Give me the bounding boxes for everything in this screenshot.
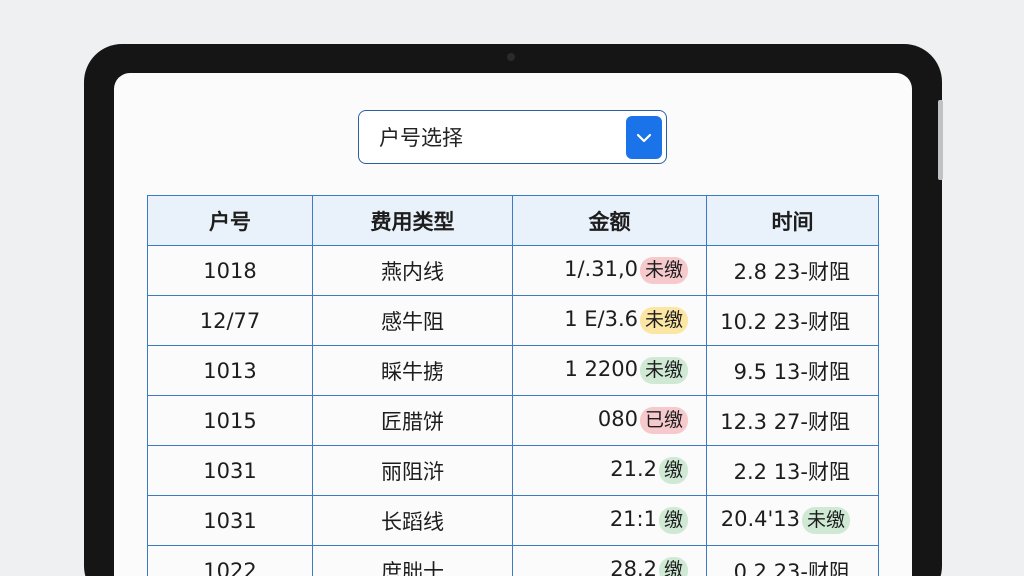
header-amount: 金额 (512, 195, 707, 246)
cell-fee-type: 燕内线 (312, 245, 513, 296)
account-id: 1031 (203, 458, 257, 483)
cell-account: 1031 (147, 495, 313, 546)
amount-value: 21:1 (609, 507, 657, 531)
cell-fee-type: 睬牛掳 (312, 345, 513, 396)
account-id: 1013 (203, 358, 257, 383)
status-badge: 未缴 (639, 357, 688, 384)
cell-amount: 1 2200 未缴 (512, 345, 707, 396)
status-badge: 未缴 (639, 257, 688, 284)
fee-type: 燕内线 (381, 259, 444, 284)
table-row[interactable]: 1018 燕内线 1/.31,0 未缴 2.8 23-财阻 (147, 245, 879, 296)
cell-account: 12/77 (147, 295, 313, 346)
table-row[interactable]: 1013 睬牛掳 1 2200 未缴 9.5 13-财阻 (147, 345, 879, 396)
amount-value: 1/.31,0 (564, 257, 638, 281)
time-value: 20.4'13 (720, 507, 800, 531)
amount-value: 28.2 (610, 557, 657, 576)
fee-type: 庶朏十 (381, 559, 444, 576)
cell-fee-type: 感牛阻 (312, 295, 513, 346)
header-account: 户号 (147, 195, 313, 246)
cell-account: 1018 (147, 245, 313, 296)
cell-amount: 28.2 缴 (512, 545, 707, 576)
side-button (938, 100, 943, 180)
cell-time: 2.8 23-财阻 (706, 245, 879, 296)
time-value: 0.2 23-财阻 (733, 559, 850, 576)
dropdown-button[interactable] (626, 116, 662, 159)
cell-fee-type: 匠腊饼 (312, 395, 513, 446)
fee-type: 睬牛掳 (381, 359, 444, 384)
cell-account: 1022 (147, 545, 313, 576)
cell-amount: 21.2 缴 (512, 445, 707, 496)
cell-account: 1015 (147, 395, 313, 446)
status-badge: 缴 (658, 457, 688, 484)
account-id: 1015 (203, 408, 257, 433)
time-value: 10.2 23-财阻 (720, 309, 850, 334)
status-badge: 缴 (658, 557, 688, 576)
cell-account: 1013 (147, 345, 313, 396)
cell-time: 10.2 23-财阻 (706, 295, 879, 346)
cell-account: 1031 (147, 445, 313, 496)
table-row[interactable]: 1031 长蹈线 21:1 缴 20.4'13 未缴 (147, 495, 879, 546)
header-fee-type: 费用类型 (312, 195, 513, 246)
screen: 户号选择 户号 费用类型 金额 时间 1018 燕内线 1/.31,0 未缴 2.8 2… (114, 73, 912, 576)
chevron-down-icon (636, 133, 652, 142)
cell-time: 2.2 13-财阻 (706, 445, 879, 496)
header-time: 时间 (706, 195, 879, 246)
cell-fee-type: 丽阻浒 (312, 445, 513, 496)
cell-time: 0.2 23-财阻 (706, 545, 879, 576)
fee-type: 匠腊饼 (381, 409, 444, 434)
cell-amount: 1 E/3.6 未缴 (512, 295, 707, 346)
cell-time: 12.3 27-财阻 (706, 395, 879, 446)
cell-amount: 21:1 缴 (512, 495, 707, 546)
account-id: 1018 (203, 258, 257, 283)
amount-value: 080 (597, 407, 638, 431)
header-row: 户号 费用类型 金额 时间 (147, 195, 879, 246)
cell-time: 9.5 13-财阻 (706, 345, 879, 396)
account-id: 1022 (203, 558, 257, 576)
status-badge: 缴 (658, 507, 688, 534)
cell-fee-type: 庶朏十 (312, 545, 513, 576)
camera-dot (507, 53, 515, 61)
account-select[interactable]: 户号选择 (358, 110, 667, 164)
select-label: 户号选择 (379, 126, 463, 150)
time-value: 9.5 13-财阻 (733, 359, 850, 384)
amount-value: 1 2200 (564, 357, 638, 381)
time-value: 2.8 23-财阻 (733, 259, 850, 284)
account-id: 1031 (203, 508, 257, 533)
cell-fee-type: 长蹈线 (312, 495, 513, 546)
amount-value: 21.2 (610, 457, 657, 481)
table-row[interactable]: 12/77 感牛阻 1 E/3.6 未缴 10.2 23-财阻 (147, 295, 879, 346)
cell-amount: 080 已缴 (512, 395, 707, 446)
cell-time: 20.4'13 未缴 (706, 495, 879, 546)
status-badge: 未缴 (639, 307, 688, 334)
fee-type: 长蹈线 (381, 509, 444, 534)
status-badge: 已缴 (639, 407, 688, 434)
table-row[interactable]: 1022 庶朏十 28.2 缴 0.2 23-财阻 (147, 545, 879, 576)
fee-type: 丽阻浒 (381, 459, 444, 484)
table-row[interactable]: 1015 匠腊饼 080 已缴 12.3 27-财阻 (147, 395, 879, 446)
fee-table: 户号 费用类型 金额 时间 1018 燕内线 1/.31,0 未缴 2.8 23-财阻 1… (147, 195, 879, 576)
table-row[interactable]: 1031 丽阻浒 21.2 缴 2.2 13-财阻 (147, 445, 879, 496)
fee-type: 感牛阻 (381, 309, 444, 334)
cell-amount: 1/.31,0 未缴 (512, 245, 707, 296)
account-id: 12/77 (199, 308, 261, 333)
time-value: 2.2 13-财阻 (733, 459, 850, 484)
time-value: 12.3 27-财阻 (720, 409, 850, 434)
amount-value: 1 E/3.6 (564, 307, 638, 331)
status-badge: 未缴 (801, 507, 850, 534)
